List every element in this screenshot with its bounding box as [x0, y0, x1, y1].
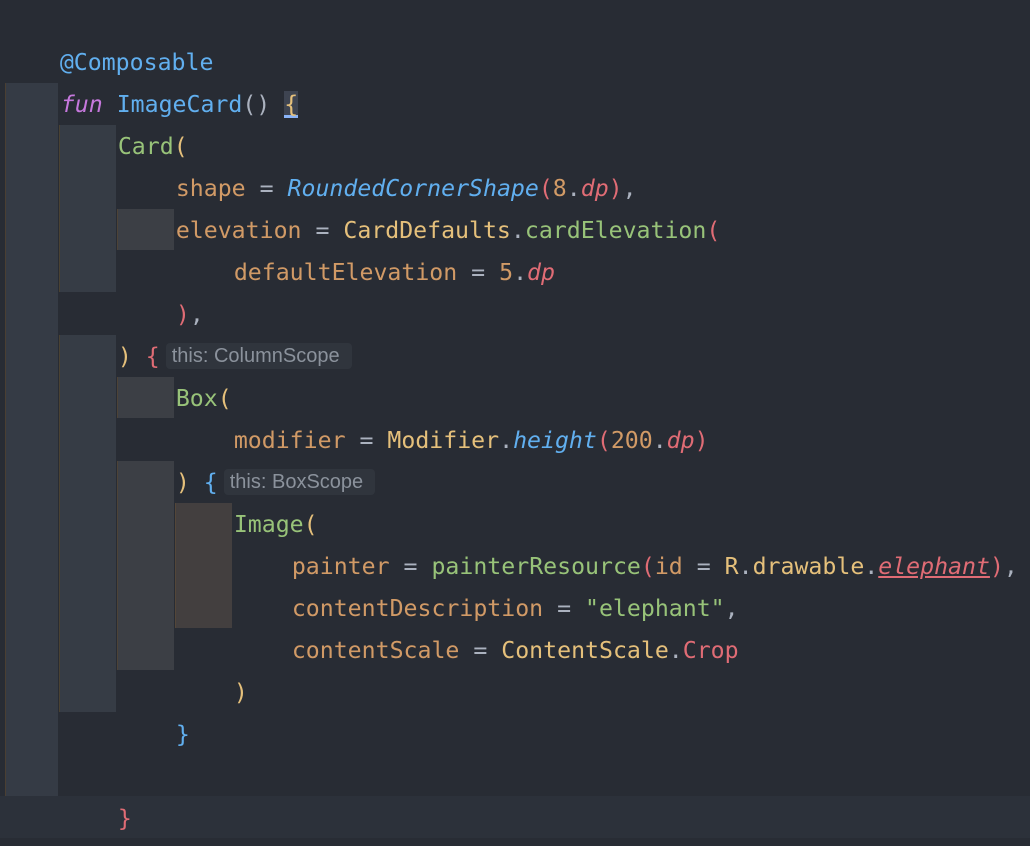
- method-call: height: [513, 427, 597, 454]
- named-argument: contentScale: [291, 637, 460, 664]
- code-line-3[interactable]: Card(: [62, 84, 188, 160]
- code-line-13[interactable]: painter = painterResource(id = R.drawabl…: [236, 504, 1018, 580]
- code-line-8[interactable]: ) {this: ColumnScope: [62, 294, 352, 370]
- code-line-5[interactable]: elevation = CardDefaults.cardElevation(: [120, 168, 720, 244]
- object-name: Modifier: [387, 427, 500, 454]
- code-line-9[interactable]: Box(: [120, 336, 232, 412]
- indent-guide-level-1: [5, 83, 58, 796]
- parens: (): [242, 91, 271, 118]
- paren-close: ): [233, 679, 248, 706]
- code-line-17[interactable]: }: [120, 672, 190, 748]
- code-line-10[interactable]: modifier = Modifier.height(200.dp): [178, 378, 709, 454]
- unit-extension: dp: [527, 259, 555, 286]
- paren-open: (: [706, 217, 721, 244]
- paren-close: ): [989, 553, 1004, 580]
- assign-operator: =: [457, 259, 500, 286]
- code-line-15[interactable]: contentScale = ContentScale.Crop: [236, 588, 739, 664]
- current-line-highlight: [0, 796, 1030, 838]
- matched-brace-open: {: [284, 91, 299, 118]
- code-line-16[interactable]: ): [178, 630, 248, 706]
- code-line-14[interactable]: contentDescription = "elephant",: [236, 546, 739, 622]
- code-line-2[interactable]: fun ImageCard() {: [5, 42, 299, 118]
- paren-close: ): [694, 427, 709, 454]
- resource-reference[interactable]: elephant: [878, 553, 990, 580]
- number-literal: 200: [610, 427, 653, 454]
- dot: .: [738, 553, 753, 580]
- class-name: drawable: [752, 553, 865, 580]
- object-name: ContentScale: [501, 637, 669, 664]
- code-line-7[interactable]: ),: [120, 252, 204, 328]
- dot: .: [499, 427, 514, 454]
- enum-value: Crop: [682, 637, 739, 664]
- dot: .: [864, 553, 879, 580]
- dot: .: [668, 637, 683, 664]
- assign-operator: =: [459, 637, 502, 664]
- brace-close: }: [117, 805, 132, 832]
- code-line-4[interactable]: shape = RoundedCornerShape(8.dp),: [120, 126, 637, 202]
- brace-close: }: [175, 721, 190, 748]
- paren-open: (: [596, 427, 611, 454]
- code-line-19[interactable]: }: [62, 756, 132, 832]
- dot: .: [513, 259, 528, 286]
- code-editor[interactable]: @Composable fun ImageCard() { Card( shap…: [0, 0, 1030, 846]
- named-argument: defaultElevation: [233, 259, 458, 286]
- number-literal: 5: [499, 259, 514, 286]
- dot: .: [652, 427, 667, 454]
- comma: ,: [1003, 553, 1018, 580]
- code-line-12[interactable]: Image(: [178, 462, 318, 538]
- code-line-11[interactable]: ) {this: BoxScope: [120, 420, 376, 496]
- unit-extension: dp: [666, 427, 695, 454]
- code-line-1[interactable]: @Composable: [4, 0, 214, 76]
- code-line-20[interactable]: }: [4, 798, 74, 840]
- code-line-6[interactable]: defaultElevation = 5.dp: [178, 210, 555, 286]
